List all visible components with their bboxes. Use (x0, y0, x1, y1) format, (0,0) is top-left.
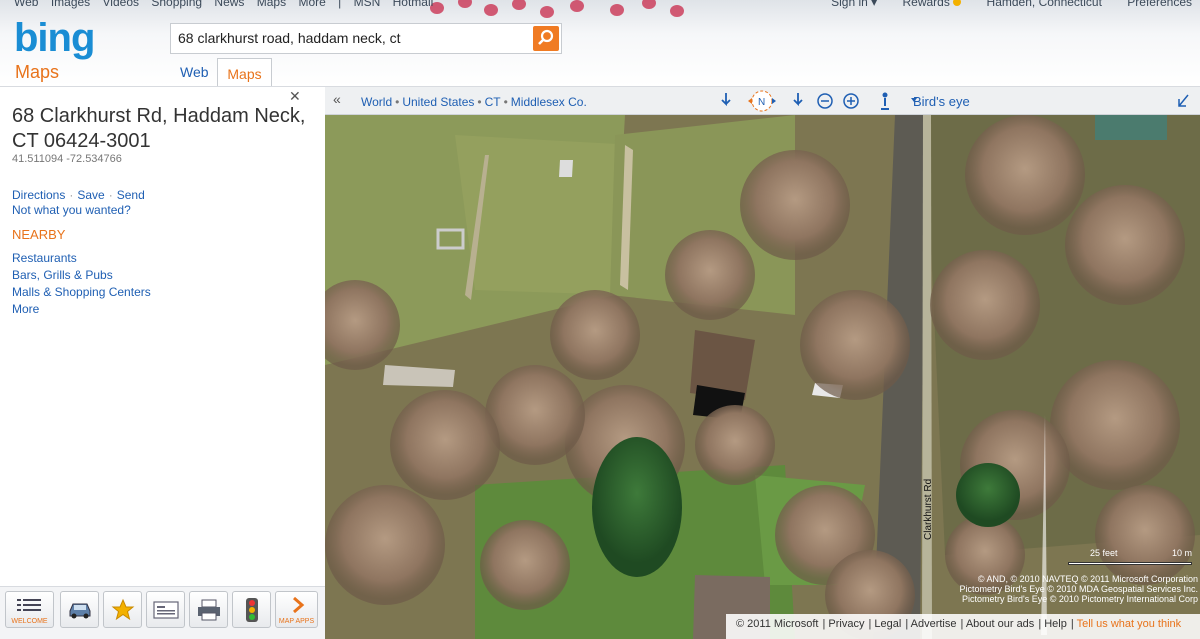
result-coordinates: 41.511094 -72.534766 (12, 153, 122, 165)
car-button[interactable] (60, 591, 99, 628)
address-line-1: 68 Clarkhurst Rd, Haddam Neck, (12, 105, 306, 127)
nearby-heading: NEARBY (12, 227, 66, 242)
bing-logo[interactable]: bing (14, 18, 95, 58)
search-input[interactable] (178, 30, 528, 46)
car-icon (69, 603, 91, 619)
scale-feet: 25 feet (1090, 548, 1118, 558)
map-canvas[interactable]: Clarkhurst Rd Clarkhurst Rd (325, 115, 1200, 639)
rewards-label: Rewards (902, 0, 950, 9)
top-header: Web Images Videos Shopping News Maps Mor… (0, 0, 1200, 86)
breadcrumb: World • United States • CT • Middlesex Co. (361, 95, 587, 109)
traffic-light-icon (246, 598, 258, 622)
top-separator: | (338, 0, 342, 9)
header-decoration (420, 0, 720, 22)
close-icon[interactable]: ✕ (289, 88, 301, 105)
expand-map-icon[interactable] (1178, 94, 1189, 107)
streetside-person-icon[interactable] (881, 92, 889, 110)
result-panel: ✕ 68 Clarkhurst Rd, Haddam Neck, CT 0642… (0, 86, 325, 639)
top-link-web[interactable]: Web (14, 0, 38, 9)
maps-product-label: Maps (15, 62, 60, 82)
sign-in-link[interactable]: Sign in ▾ (831, 0, 877, 9)
birds-eye-view-selector[interactable]: Bird's eye (913, 94, 970, 109)
directions-link[interactable]: Directions (12, 188, 65, 202)
footer-privacy[interactable]: Privacy (828, 618, 864, 630)
result-actions: Directions · Save · Send (12, 188, 145, 202)
search-box (170, 23, 562, 54)
zoom-out-icon[interactable] (817, 93, 833, 109)
footer-about-ads[interactable]: About our ads (966, 618, 1035, 630)
send-link[interactable]: Send (117, 188, 145, 202)
top-link-shopping[interactable]: Shopping (151, 0, 202, 9)
road-label-south: Clarkhurst Rd (923, 478, 934, 540)
top-link-more[interactable]: More (298, 0, 325, 9)
top-link-hotmail[interactable]: Hotmail (393, 0, 434, 9)
map-tools-bar: WELCOME MAP APPS (0, 586, 325, 639)
welcome-button[interactable]: WELCOME (5, 591, 54, 628)
top-links: Web Images Videos Shopping News Maps Mor… (14, 0, 442, 9)
copyright-line-2: Pictometry Bird's Eye © 2010 MDA Geospat… (959, 584, 1198, 594)
welcome-label: WELCOME (11, 618, 48, 625)
copyright-line-1: © AND, © 2010 NAVTEQ © 2011 Microsoft Co… (977, 574, 1198, 584)
top-link-news[interactable]: News (214, 0, 244, 9)
top-right-links: Sign in ▾ Rewards Hamden, Connecticut Pr… (809, 0, 1192, 9)
svg-text:N: N (758, 97, 765, 108)
preferences-link[interactable]: Preferences (1127, 0, 1192, 9)
list-icon (17, 599, 41, 611)
collapse-panel-button[interactable]: « (333, 91, 341, 107)
traffic-button[interactable] (232, 591, 271, 628)
result-address: 68 Clarkhurst Rd, Haddam Neck, CT 06424-… (12, 104, 312, 154)
chevron-right-icon (293, 596, 305, 614)
footer-copyright: © 2011 Microsoft (736, 618, 819, 630)
star-icon (111, 598, 135, 621)
save-link[interactable]: Save (77, 188, 104, 202)
rewards-icon (953, 0, 962, 6)
footer-help[interactable]: Help (1044, 618, 1067, 630)
search-icon (538, 29, 554, 45)
scale-meters: 10 m (1171, 548, 1192, 558)
map-apps-button[interactable]: MAP APPS (275, 591, 318, 628)
nearby-malls[interactable]: Malls & Shopping Centers (12, 285, 151, 302)
nearby-list: Restaurants Bars, Grills & Pubs Malls & … (12, 251, 151, 319)
rotate-right-icon[interactable] (793, 93, 803, 107)
breadcrumb-united-states[interactable]: United States (402, 95, 474, 109)
copyright-line-3: Pictometry Bird's Eye © 2010 Pictometry … (962, 594, 1198, 604)
zoom-in-icon[interactable] (843, 93, 859, 109)
tab-web[interactable]: Web (180, 64, 209, 80)
share-button[interactable] (146, 591, 185, 628)
card-icon (153, 601, 179, 619)
nearby-more[interactable]: More (12, 302, 151, 319)
tab-maps[interactable]: Maps (217, 58, 272, 86)
map-apps-label: MAP APPS (278, 618, 315, 625)
address-line-2: CT 06424-3001 (12, 130, 151, 152)
print-icon (198, 599, 220, 621)
footer-advertise[interactable]: Advertise (911, 618, 957, 630)
map-copyright: © AND, © 2010 NAVTEQ © 2011 Microsoft Co… (930, 574, 1198, 604)
rewards-link[interactable]: Rewards (903, 0, 962, 9)
scale-bar (1068, 562, 1192, 565)
nearby-restaurants[interactable]: Restaurants (12, 251, 151, 268)
breadcrumb-ct[interactable]: CT (485, 95, 501, 109)
footer-feedback[interactable]: Tell us what you think (1077, 618, 1182, 630)
compass-icon[interactable]: N (748, 90, 776, 112)
not-wanted-link[interactable]: Not what you wanted? (12, 203, 131, 217)
search-button[interactable] (533, 26, 559, 51)
footer: © 2011 Microsoft | Privacy | Legal | Advert… (726, 614, 1200, 639)
nearby-bars[interactable]: Bars, Grills & Pubs (12, 268, 151, 285)
top-link-msn[interactable]: MSN (354, 0, 381, 9)
aerial-imagery (325, 115, 1200, 639)
top-link-images[interactable]: Images (51, 0, 90, 9)
map-toolbar: « World • United States • CT • Middlesex Co. N… (325, 86, 1200, 115)
rotate-left-icon[interactable] (721, 93, 731, 107)
top-link-videos[interactable]: Videos (103, 0, 139, 9)
print-button[interactable] (189, 591, 228, 628)
breadcrumb-middlesex[interactable]: Middlesex Co. (511, 95, 587, 109)
breadcrumb-world[interactable]: World (361, 95, 392, 109)
footer-legal[interactable]: Legal (874, 618, 901, 630)
favorites-button[interactable] (103, 591, 142, 628)
location-link[interactable]: Hamden, Connecticut (987, 0, 1102, 9)
top-link-maps[interactable]: Maps (257, 0, 286, 9)
